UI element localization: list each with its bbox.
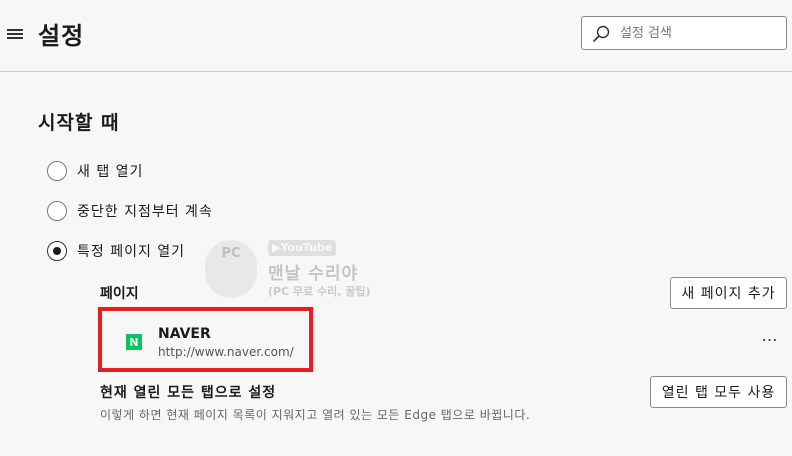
startup-page-item: N NAVER http://www.naver.com/: [120, 322, 420, 366]
use-all-open-tabs-button[interactable]: 열린 탭 모두 사용: [650, 376, 787, 408]
radio-label: 특정 페이지 열기: [77, 244, 186, 260]
radio-specific-pages[interactable]: 특정 페이지 열기: [47, 240, 185, 262]
radio-label: 새 탭 열기: [77, 164, 144, 180]
radio-button[interactable]: [47, 161, 67, 181]
radio-button-checked[interactable]: [47, 241, 67, 261]
add-page-button[interactable]: 새 페이지 추가: [670, 277, 787, 309]
watermark-main: 맨날 수리야: [268, 264, 359, 284]
pages-label: 페이지: [100, 286, 139, 302]
search-box[interactable]: [581, 16, 787, 50]
radio-continue[interactable]: 중단한 지점부터 계속: [47, 200, 213, 222]
page-name: NAVER: [158, 326, 211, 342]
radio-new-tab[interactable]: 새 탭 열기: [47, 160, 143, 182]
startup-section-title: 시작할 때: [38, 112, 120, 134]
radio-button[interactable]: [47, 201, 67, 221]
settings-header: 설정: [0, 0, 792, 72]
watermark-sub: (PC 무료 수리, 꿀팁): [268, 285, 371, 298]
watermark-youtube: ▶YouTube: [268, 240, 337, 256]
watermark-pc-badge: PC: [205, 240, 257, 298]
radio-label: 중단한 지점부터 계속: [77, 204, 213, 220]
more-options-icon[interactable]: …: [756, 328, 784, 348]
page-url: http://www.naver.com/: [158, 345, 294, 359]
search-input[interactable]: [620, 17, 782, 49]
page-title: 설정: [38, 22, 85, 50]
menu-icon[interactable]: [7, 27, 23, 41]
watermark: PC ▶YouTube 맨날 수리야 (PC 무료 수리, 꿀팁): [205, 240, 395, 300]
search-icon: [593, 25, 610, 42]
naver-favicon-icon: N: [126, 334, 142, 350]
set-current-tabs-title: 현재 열린 모든 탭으로 설정: [100, 385, 277, 401]
set-current-tabs-description: 이렇게 하면 현재 페이지 목록이 지워지고 열려 있는 모든 Edge 탭으로…: [100, 408, 531, 422]
